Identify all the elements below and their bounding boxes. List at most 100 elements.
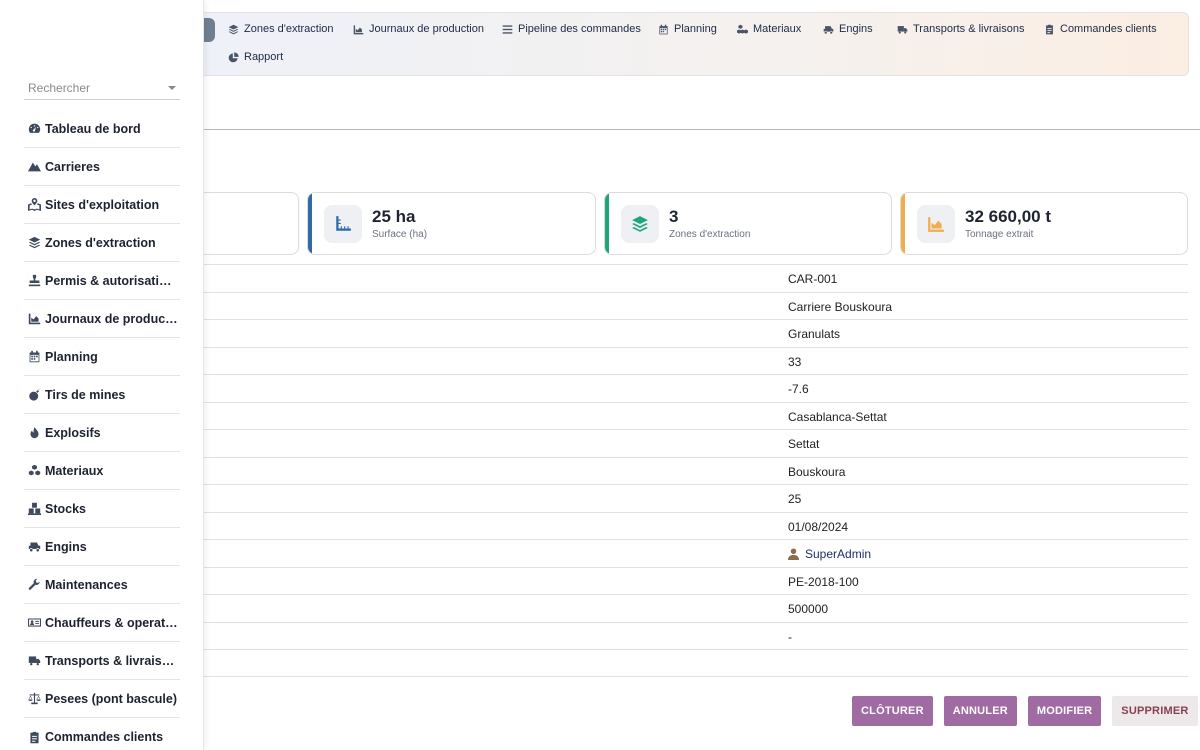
sidebar: Tableau de bord Carrieres Sites d'exploi… [0, 0, 204, 750]
detail-value: Settat [788, 437, 820, 451]
id-card-icon [28, 618, 41, 627]
sidebar-item-pesees[interactable]: Pesees (pont bascule) [24, 680, 180, 718]
detail-value-user: SuperAdmin [788, 547, 871, 561]
supprimer-button[interactable]: SUPPRIMER [1112, 696, 1198, 726]
sidebar-item-tirs[interactable]: Tirs de mines [24, 376, 180, 414]
sidebar-item-label: Commandes clients [45, 730, 164, 744]
annuler-button[interactable]: ANNULER [943, 696, 1017, 726]
sidebar-item-planning[interactable]: Planning [24, 338, 180, 376]
detail-row: 33 [204, 346, 1188, 375]
stamp-icon [28, 274, 41, 287]
sidebar-item-label: Journaux de production [45, 311, 179, 326]
stat-card-accent [605, 193, 609, 254]
topnav-item-commandes-clients[interactable]: Commandes clients [1044, 23, 1157, 35]
vehicle-icon [823, 25, 834, 34]
topnav-item-label: Commandes clients [1060, 23, 1157, 35]
detail-value: Bouskoura [788, 464, 846, 479]
sidebar-item-label: Explosifs [45, 425, 101, 440]
topnav-item-label: Zones d'extraction [244, 23, 334, 35]
topnav-item-materiaux[interactable]: Materiaux [737, 23, 801, 35]
cubes-icon [28, 464, 41, 476]
stat-value: 25 ha [372, 207, 416, 226]
detail-value: - [788, 629, 792, 644]
sidebar-item-label: Planning [45, 349, 98, 364]
sidebar-item-chauffeurs[interactable]: Chauffeurs & operateurs [24, 604, 180, 642]
detail-row: 25 [204, 484, 1188, 512]
sidebar-item-label: Pesees (pont bascule) [45, 691, 177, 706]
sidebar-item-journaux[interactable]: Journaux de production [24, 300, 180, 338]
dashboard-icon [28, 123, 41, 133]
detail-row: Bouskoura [204, 456, 1188, 485]
chart-icon [928, 217, 944, 232]
sidebar-item-materiaux[interactable]: Materiaux [24, 452, 180, 490]
sidebar-item-transports[interactable]: Transports & livraisons [24, 642, 180, 680]
detail-value: 25 [788, 492, 802, 506]
topnav-item-planning[interactable]: Planning [658, 23, 717, 35]
topnav-item-rapport[interactable]: Rapport [228, 51, 283, 63]
sidebar-item-stocks[interactable]: Stocks [24, 490, 180, 528]
chevron-down-icon[interactable] [168, 86, 176, 90]
sidebar-item-label: Zones d'extraction [45, 235, 156, 250]
vehicle-icon [28, 542, 41, 552]
boxes-icon [28, 502, 41, 515]
sidebar-item-engins[interactable]: Engins [24, 528, 180, 566]
map-icon [28, 198, 41, 211]
detail-row: Casablanca-Settat [204, 401, 1188, 430]
detail-value: PE-2018-100 [788, 574, 859, 589]
calendar-icon [659, 24, 668, 34]
detail-value: Carriere Bouskoura [788, 299, 893, 314]
topnav-item-journaux-production[interactable]: Journaux de production [353, 23, 484, 35]
detail-value: -7.6 [788, 382, 809, 396]
page: Zones d'extraction Journaux de productio… [0, 0, 1200, 750]
topnav-item-transports[interactable]: Transports & livraisons [897, 23, 1024, 35]
sidebar-item-tableau-de-bord[interactable]: Tableau de bord [24, 110, 180, 148]
clipboard-icon [30, 731, 39, 743]
detail-row: SuperAdmin [204, 539, 1188, 567]
topnav-item-zones-extraction[interactable]: Zones d'extraction [228, 23, 334, 35]
sidebar-item-label: Tirs de mines [45, 387, 126, 402]
mountain-icon [28, 162, 41, 172]
topnav-item-label: Engins [839, 23, 873, 35]
search-input[interactable] [24, 78, 164, 98]
sidebar-menu: Tableau de bord Carrieres Sites d'exploi… [24, 110, 180, 750]
sidebar-item-label: Transports & livraisons [45, 653, 179, 668]
truck-icon [897, 25, 908, 34]
detail-value: 33 [788, 354, 802, 369]
detail-row: Settat [204, 429, 1188, 457]
topnav-item-pipeline-commandes[interactable]: Pipeline des commandes [502, 23, 641, 35]
sidebar-item-explosifs[interactable]: Explosifs [24, 414, 180, 452]
cubes-icon [737, 24, 748, 34]
ruler-icon [336, 216, 351, 231]
sidebar-item-maintenances[interactable]: Maintenances [24, 566, 180, 604]
topnav-item-label: Rapport [244, 51, 284, 63]
sidebar-item-permis[interactable]: Permis & autorisations [24, 262, 180, 300]
detail-row: - [204, 621, 1188, 650]
stat-card-tonnage: 32 660,00 t Tonnage extrait [900, 192, 1188, 255]
stat-value: 32 660,00 t [965, 207, 1052, 226]
detail-value: Casablanca-Settat [788, 409, 887, 424]
chart-icon [28, 313, 41, 325]
sidebar-item-label: Engins [45, 539, 87, 554]
details-table: CAR-001 Carriere Bouskoura Granulats 33 … [204, 264, 1188, 677]
sidebar-item-label: Permis & autorisations [45, 273, 179, 288]
stat-value: 3 [669, 207, 679, 226]
sidebar-item-sites[interactable]: Sites d'exploitation [24, 186, 180, 224]
detail-value: Granulats [788, 327, 841, 341]
topnav-item-engins[interactable]: Engins [823, 23, 873, 35]
cloturer-button[interactable]: CLÔTURER [852, 696, 933, 726]
layers-icon [228, 24, 239, 34]
sidebar-search[interactable] [24, 78, 180, 100]
layers-icon [632, 216, 648, 232]
stat-label: Zones d'extraction [669, 229, 751, 240]
action-bar: CLÔTURER ANNULER MODIFIER SUPPRIMER [852, 696, 1198, 726]
sidebar-item-zones[interactable]: Zones d'extraction [24, 224, 180, 262]
topnav-item-label: Transports & livraisons [913, 23, 1025, 35]
modifier-button[interactable]: MODIFIER [1027, 696, 1102, 726]
stat-card-accent [308, 193, 312, 254]
user-link[interactable]: SuperAdmin [805, 547, 871, 561]
detail-value: 500000 [788, 602, 829, 616]
sidebar-item-commandes[interactable]: Commandes clients [24, 718, 180, 750]
sidebar-item-label: Sites d'exploitation [45, 197, 160, 212]
clipboard-icon [1046, 24, 1053, 34]
sidebar-item-carrieres[interactable]: Carrieres [24, 148, 180, 186]
